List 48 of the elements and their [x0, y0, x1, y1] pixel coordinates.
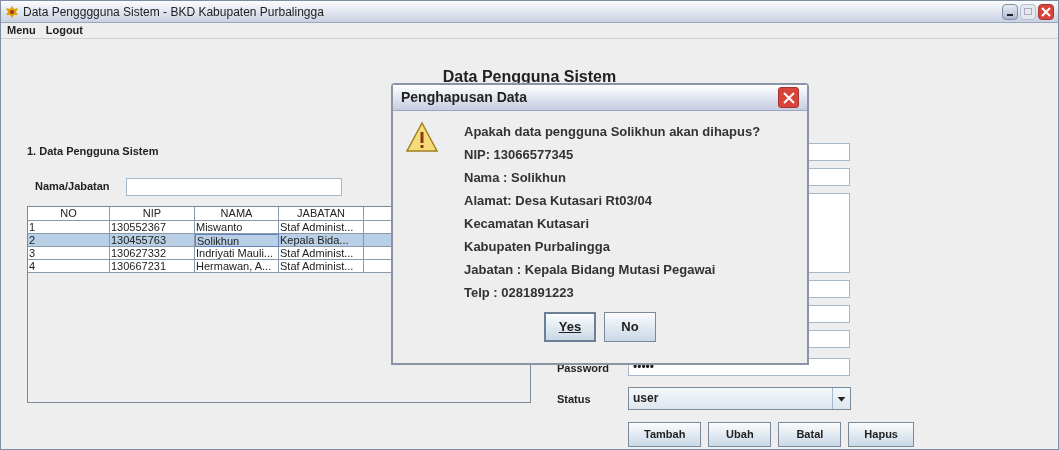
action-button[interactable]: Ubah — [708, 422, 772, 447]
table-cell: 130552367 — [110, 220, 195, 234]
table-cell: 130667231 — [110, 259, 195, 273]
close-button[interactable] — [1038, 3, 1054, 20]
action-button[interactable]: Batal — [778, 422, 842, 447]
dialog-close-button[interactable] — [778, 87, 799, 108]
close-icon — [1041, 6, 1051, 17]
table-cell: 130627332 — [110, 246, 195, 260]
table-cell: Indriyati Mauli... — [195, 246, 279, 260]
dialog-button[interactable]: No — [604, 312, 656, 342]
section-title: 1. Data Pengguna Sistem — [27, 144, 159, 159]
table-cell: 3 — [28, 246, 110, 260]
table-cell: Solikhun — [195, 233, 279, 247]
warning-icon — [405, 121, 439, 153]
table-cell: Staf Administ... — [279, 259, 364, 273]
dialog-message-line: Alamat: Desa Kutasari Rt03/04 — [464, 192, 652, 210]
table-cell: Hermawan, A... — [195, 259, 279, 273]
menu-item[interactable]: Logout — [45, 22, 83, 39]
dialog-title: Penghapusan Data — [401, 88, 528, 107]
field-label: Password — [557, 362, 609, 374]
column-header[interactable]: NO — [28, 206, 110, 221]
emblem-icon — [5, 4, 19, 19]
dialog-message-line: NIP: 13066577345 — [464, 146, 574, 164]
search-field[interactable] — [125, 177, 342, 196]
close-icon — [782, 91, 795, 104]
dialog-message-line: Apakah data pengguna Solikhun akan dihapus? — [464, 123, 761, 141]
table-cell: Staf Administ... — [279, 246, 364, 260]
table-cell: Miswanto — [195, 220, 279, 234]
dialog-button[interactable]: Yes — [544, 312, 596, 342]
status-dropdown[interactable]: user — [628, 386, 851, 410]
search-label: Nama/Jabatan — [35, 179, 110, 195]
column-header[interactable]: NAMA — [195, 206, 279, 221]
table-cell: 2 — [28, 233, 110, 247]
table-cell: Staf Administ... — [279, 220, 364, 234]
table-cell: 130455763 — [110, 233, 195, 247]
table-cell: 1 — [28, 220, 110, 234]
table-cell: Kepala Bida... — [279, 233, 364, 247]
dialog-message-line: Nama : Solikhun — [464, 169, 566, 187]
minimize-button[interactable] — [1002, 3, 1018, 20]
dialog-message-line: Telp : 0281891223 — [464, 284, 574, 302]
field-label: Status — [557, 393, 591, 405]
action-button[interactable]: Hapus — [848, 422, 914, 447]
table-cell: 4 — [28, 259, 110, 273]
column-header[interactable]: JABATAN — [279, 206, 364, 221]
action-button[interactable]: Tambah — [628, 422, 702, 447]
window-title: Data Pengggguna Sistem - BKD Kabupaten Purbalingga — [23, 3, 324, 21]
menu-item[interactable]: Menu — [7, 22, 36, 39]
column-header[interactable]: NIP — [110, 206, 195, 221]
